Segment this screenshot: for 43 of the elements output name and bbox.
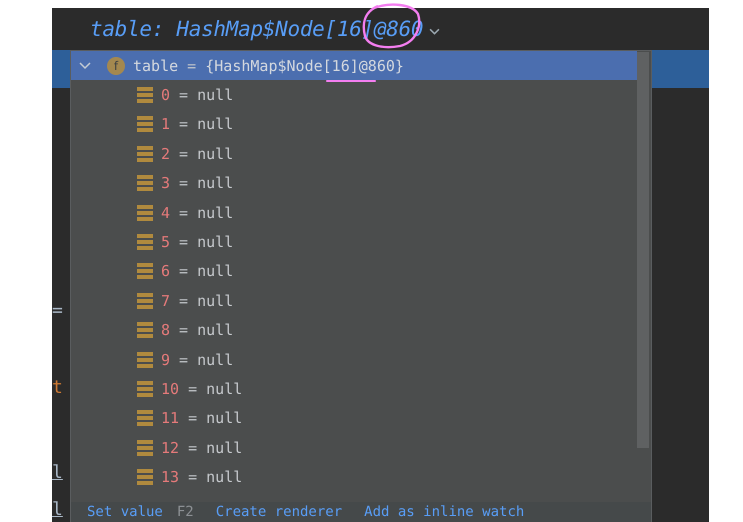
action-link[interactable]: Set value (87, 504, 163, 520)
variable-label[interactable]: 0 = null (161, 86, 234, 104)
chevron-down-icon[interactable] (79, 62, 91, 70)
code-fragment: = (52, 300, 64, 322)
array-element-icon (137, 469, 153, 486)
array-element-icon (137, 410, 153, 426)
variable-label[interactable]: 7 = null (161, 292, 234, 310)
variable-label[interactable]: 12 = null (161, 438, 242, 457)
action-link[interactable]: Add as inline watch (364, 504, 524, 520)
variable-label[interactable]: 1 = null (161, 115, 234, 134)
variable-label[interactable]: 10 = null (161, 380, 242, 398)
code-fragment: t (52, 377, 64, 399)
chevron-down-icon[interactable] (429, 28, 440, 34)
variable-label[interactable]: 3 = null (161, 174, 234, 192)
shortcut-hint: F2 (176, 504, 194, 520)
variable-label[interactable]: 4 = null (161, 204, 234, 222)
variable-label[interactable]: 5 = null (161, 233, 234, 252)
variable-label[interactable]: 8 = null (161, 321, 234, 340)
scrollbar[interactable] (637, 52, 649, 448)
variable-label[interactable]: 13 = null (161, 468, 242, 486)
array-element-icon (137, 116, 153, 132)
array-element-icon (137, 175, 153, 192)
array-element-icon (137, 204, 153, 221)
array-element-icon (137, 146, 153, 162)
array-element-icon (137, 292, 153, 309)
annotation-underline (326, 80, 376, 82)
action-link[interactable]: Create renderer (216, 504, 342, 520)
variable-label: table = {HashMap$Node[16]@860} (133, 56, 404, 75)
tree-row[interactable]: f table = {HashMap$Node[16]@860} (71, 51, 637, 80)
variable-label[interactable]: 6 = null (161, 262, 234, 280)
array-element-icon (137, 322, 153, 338)
array-element-icon (137, 87, 153, 104)
variable-label[interactable]: 11 = null (161, 409, 242, 428)
array-element-icon (137, 440, 153, 456)
array-element-icon (137, 380, 153, 397)
variable-label[interactable]: 9 = null (161, 350, 234, 369)
field-icon: f (107, 56, 125, 75)
variable-label[interactable]: 2 = null (161, 144, 234, 163)
array-element-icon (137, 234, 153, 250)
code-fragment: l (52, 462, 64, 484)
array-element-icon (137, 263, 153, 280)
code-fragment: l (52, 499, 64, 521)
array-element-icon (137, 352, 153, 368)
